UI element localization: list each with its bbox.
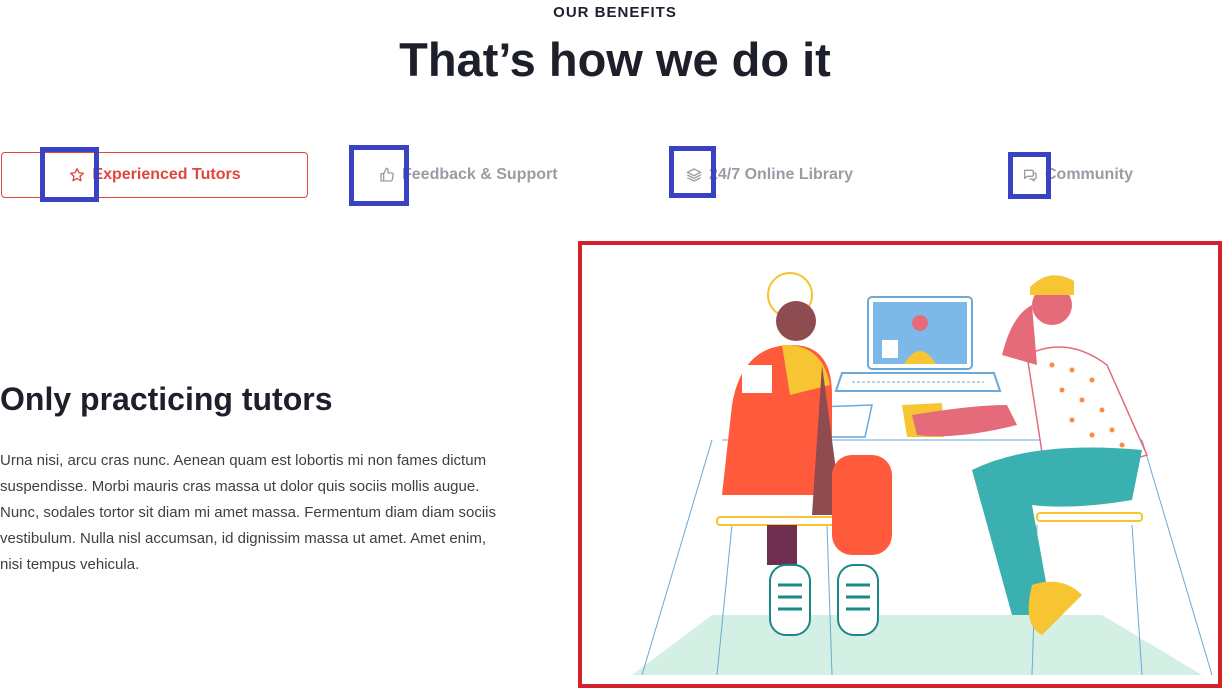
benefit-tabs: Experienced Tutors Feedback & Support 24…	[0, 145, 1230, 206]
tab-feedback-support[interactable]: Feedback & Support	[378, 152, 558, 198]
layers-icon	[685, 166, 703, 184]
benefit-description: Urna nisi, arcu cras nunc. Aenean quam e…	[0, 452, 496, 573]
benefit-heading: Only practicing tutors	[0, 381, 333, 417]
section-eyebrow: OUR BENEFITS	[553, 4, 677, 21]
tab-experienced-tutors[interactable]: Experienced Tutors	[1, 152, 308, 198]
student-figure	[716, 272, 892, 636]
star-icon	[68, 166, 86, 184]
thumbs-up-icon	[378, 166, 396, 184]
tab-online-library[interactable]: 24/7 Online Library	[685, 152, 853, 198]
tab-label: 24/7 Online Library	[709, 166, 854, 183]
tab-community[interactable]: Community	[1021, 152, 1133, 198]
benefits-section: OUR BENEFITS That’s how we do it Experie…	[0, 0, 1230, 698]
tutoring-illustration	[578, 241, 1222, 688]
chat-bubbles-icon	[1021, 166, 1039, 184]
tab-label: Experienced Tutors	[92, 166, 241, 183]
tab-label: Feedback & Support	[402, 166, 558, 183]
tab-label: Community	[1045, 166, 1133, 183]
laptop	[834, 296, 1002, 392]
section-title: That’s how we do it	[399, 33, 831, 86]
